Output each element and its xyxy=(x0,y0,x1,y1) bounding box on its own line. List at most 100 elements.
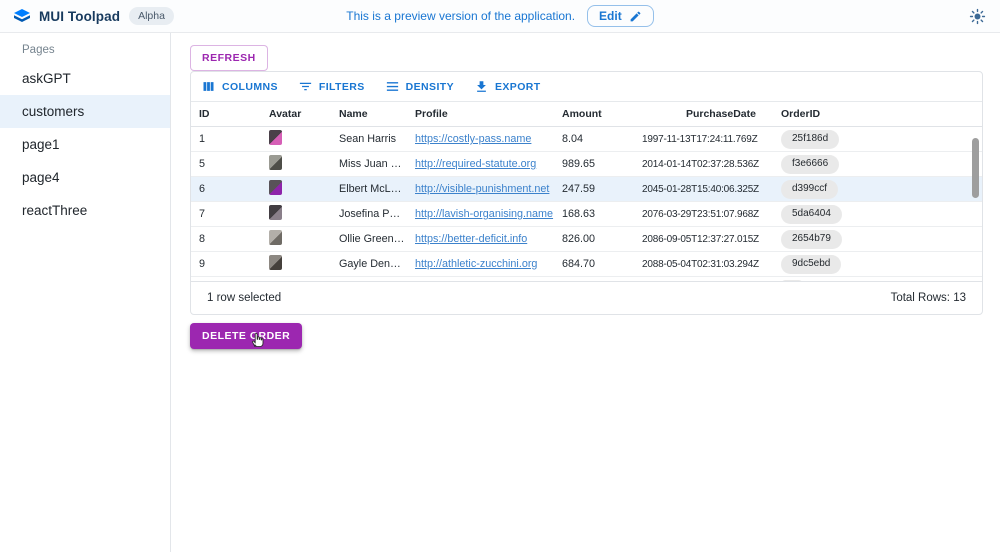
preview-banner: This is a preview version of the applica… xyxy=(284,5,716,27)
filter-list-icon xyxy=(298,79,313,94)
sidebar-item-page4[interactable]: page4 xyxy=(0,161,170,194)
cell-amount: 247.59 xyxy=(554,183,634,195)
grid-body: 1Sean Harrishttps://costly-pass.name8.04… xyxy=(191,127,982,281)
app-title: MUI Toolpad xyxy=(39,9,120,24)
column-header-name[interactable]: Name xyxy=(331,108,407,120)
delete-order-button[interactable]: DELETE ORDER xyxy=(190,323,302,349)
table-row[interactable]: 7 Josefina P… http://lavish-organising.nam… xyxy=(191,202,982,227)
table-row[interactable]: 1Sean Harrishttps://costly-pass.name8.04… xyxy=(191,127,982,152)
column-header-id[interactable]: ID xyxy=(191,108,261,120)
theme-toggle-button[interactable] xyxy=(969,8,986,25)
density-lines-icon xyxy=(385,79,400,94)
cell-amount: 168.63 xyxy=(554,208,634,220)
profile-link[interactable]: http://visible-punishment.net xyxy=(415,183,549,195)
export-button[interactable]: EXPORT xyxy=(474,79,541,94)
sidebar-item-reactThree[interactable]: reactThree xyxy=(0,194,170,227)
cell-name: Gayle Den… xyxy=(331,258,407,270)
sidebar-item-page1[interactable]: page1 xyxy=(0,128,170,161)
table-row[interactable]: 6Elbert McL…http://visible-punishment.ne… xyxy=(191,177,982,202)
order-id-chip: 9dc5ebd xyxy=(781,255,841,274)
grid-toolbar: COLUMNS FILTERS DENSITY xyxy=(191,72,982,102)
edit-button[interactable]: Edit xyxy=(587,5,654,27)
cell-profile: https://better-deficit.info xyxy=(407,233,554,245)
refresh-button[interactable]: REFRESH xyxy=(190,45,268,71)
column-header-amount[interactable]: Amount xyxy=(554,108,634,120)
columns-button-label: COLUMNS xyxy=(222,81,278,93)
avatar-image xyxy=(269,180,282,195)
cell-profile: http://athletic-zucchini.org xyxy=(407,258,554,270)
cell-order-id xyxy=(764,277,982,281)
column-header-profile[interactable]: Profile xyxy=(407,108,554,120)
cell-name: Elbert McL… xyxy=(331,183,407,195)
cell-id: 7 xyxy=(191,208,261,220)
grid-footer: 1 row selected Total Rows: 13 xyxy=(191,281,982,314)
cell-order-id: d399ccf xyxy=(764,180,982,199)
cell-id: 5 xyxy=(191,158,261,170)
main-content: REFRESH COLUMNS FILTERS xyxy=(172,33,1000,552)
cell-amount: 826.00 xyxy=(554,233,634,245)
order-id-chip: 2654b79 xyxy=(781,230,842,249)
density-button[interactable]: DENSITY xyxy=(385,79,454,94)
cell-order-id: f3e6666 xyxy=(764,155,982,174)
filters-button[interactable]: FILTERS xyxy=(298,79,365,94)
cell-name: Ollie Green… xyxy=(331,233,407,245)
order-id-chip: d399ccf xyxy=(781,180,838,199)
cell-id: 9 xyxy=(191,258,261,270)
order-id-chip: f3e6666 xyxy=(781,155,839,174)
profile-link[interactable]: http://athletic-zucchini.org xyxy=(415,258,537,270)
table-row[interactable]: 9 Gayle Den… http://athletic-zucchini.org 6… xyxy=(191,252,982,277)
sidebar-item-customers[interactable]: customers xyxy=(0,95,170,128)
cell-order-id: 2654b79 xyxy=(764,230,982,249)
cell-avatar xyxy=(261,255,331,273)
column-header-avatar[interactable]: Avatar xyxy=(261,108,331,120)
cell-order-id: 9dc5ebd xyxy=(764,255,982,274)
profile-link[interactable]: http://required-statute.org xyxy=(415,158,536,170)
cell-avatar xyxy=(261,130,331,148)
profile-link[interactable]: https://costly-pass.name xyxy=(415,133,531,145)
profile-link[interactable]: http://lavish-organising.name xyxy=(415,208,553,220)
order-id-chip: 5da6404 xyxy=(781,205,842,224)
app-bar: MUI Toolpad Alpha This is a preview vers… xyxy=(0,0,1000,33)
column-header-order_id[interactable]: OrderID xyxy=(764,108,982,120)
profile-link[interactable]: https://better-deficit.info xyxy=(415,233,527,245)
cell-amount: 8.04 xyxy=(554,133,634,145)
cell-avatar xyxy=(261,230,331,248)
cell-order-id: 25f186d xyxy=(764,130,982,149)
edit-button-label: Edit xyxy=(599,9,622,23)
vertical-scrollbar[interactable] xyxy=(972,138,979,198)
view-columns-icon xyxy=(201,79,216,94)
cell-profile: http://lavish-organising.name xyxy=(407,208,554,220)
pencil-icon xyxy=(629,10,642,23)
data-grid: COLUMNS FILTERS DENSITY xyxy=(190,71,983,315)
grid-header-row: IDAvatarNameProfileAmountPurchaseDateOrd… xyxy=(191,102,982,127)
cell-id: 8 xyxy=(191,233,261,245)
cell-profile: http://visible-punishment.net xyxy=(407,183,554,195)
selection-status: 1 row selected xyxy=(207,292,281,304)
export-button-label: EXPORT xyxy=(495,81,541,93)
cell-profile: http://required-statute.org xyxy=(407,158,554,170)
cell-avatar xyxy=(261,205,331,223)
filters-button-label: FILTERS xyxy=(319,81,365,93)
table-row[interactable]: 8 Ollie Green… https://better-deficit.info… xyxy=(191,227,982,252)
cell-name: Josefina P… xyxy=(331,208,407,220)
cell-avatar xyxy=(261,180,331,198)
columns-button[interactable]: COLUMNS xyxy=(201,79,278,94)
order-id-chip: 25f186d xyxy=(781,130,839,149)
cell-purchase-date: 2088-05-04T02:31:03.294Z xyxy=(634,259,764,270)
table-row[interactable]: 5Miss Juan …http://required-statute.org9… xyxy=(191,152,982,177)
cell-purchase-date: 2076-03-29T23:51:07.968Z xyxy=(634,209,764,220)
cell-amount: 684.70 xyxy=(554,258,634,270)
cell-profile: https://costly-pass.name xyxy=(407,133,554,145)
cell-name: Miss Juan … xyxy=(331,158,407,170)
avatar-image xyxy=(269,155,282,170)
cell-purchase-date: 1997-11-13T17:24:11.769Z xyxy=(634,134,764,145)
version-badge: Alpha xyxy=(129,7,174,26)
cell-name: Sean Harris xyxy=(331,133,407,145)
column-header-purchase_date[interactable]: PurchaseDate xyxy=(634,108,764,120)
preview-text: This is a preview version of the applica… xyxy=(346,9,575,23)
cell-purchase-date: 2086-09-05T12:37:27.015Z xyxy=(634,234,764,245)
app-bar-brand: MUI Toolpad Alpha xyxy=(14,7,284,26)
sidebar-item-askGPT[interactable]: askGPT xyxy=(0,62,170,95)
sidebar: Pages askGPTcustomerspage1page4reactThre… xyxy=(0,33,171,552)
table-row-partial[interactable] xyxy=(191,277,982,281)
